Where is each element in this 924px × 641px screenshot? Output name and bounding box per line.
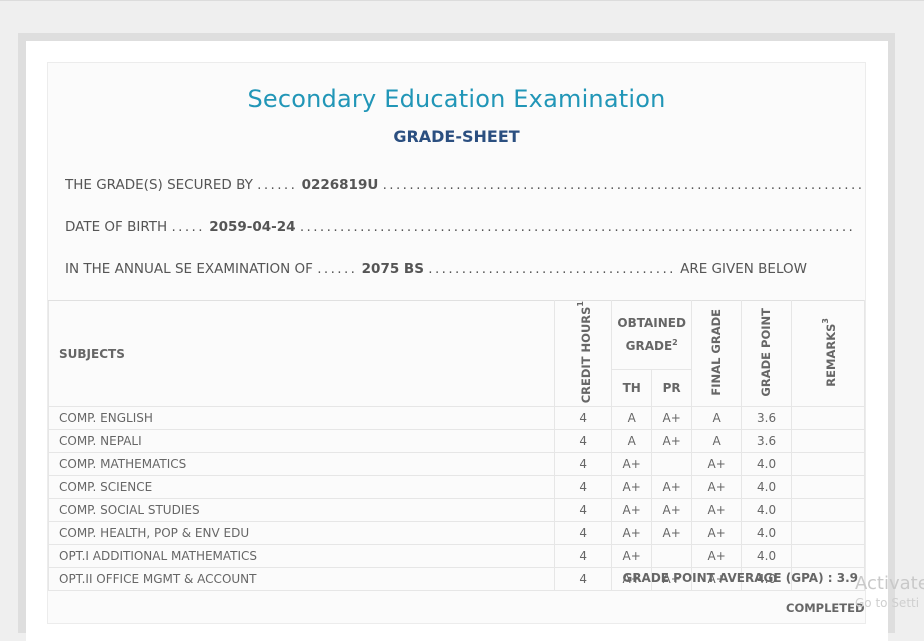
pr-cell: A+ bbox=[651, 429, 693, 454]
completed-label: COMPLETED bbox=[786, 601, 865, 615]
page-subtitle: GRADE-SHEET bbox=[393, 127, 520, 146]
exam-year: 2075 BS bbox=[361, 261, 424, 277]
th-cell: A+ bbox=[611, 498, 653, 523]
th-cell: A bbox=[611, 406, 653, 431]
dob-value: 2059-04-24 bbox=[209, 219, 296, 235]
grade-point-cell: 4.0 bbox=[741, 475, 793, 500]
subject-cell: COMP. MATHEMATICS bbox=[48, 452, 556, 477]
pr-cell bbox=[651, 452, 693, 477]
credit-cell: 4 bbox=[554, 429, 613, 454]
table-row: COMP. NEPALI 4 A A+ A 3.6 bbox=[48, 429, 865, 454]
gpa-label: GRADE POINT AVERAGE (GPA) : bbox=[622, 571, 833, 585]
remarks-cell bbox=[791, 429, 865, 454]
pr-cell: A+ bbox=[651, 475, 693, 500]
grade-point-cell: 4.0 bbox=[741, 498, 793, 523]
dob-label: DATE OF BIRTH bbox=[65, 219, 168, 235]
grade-point-cell: 4.0 bbox=[741, 521, 793, 546]
table-row: COMP. MATHEMATICS 4 A+ A+ 4.0 bbox=[48, 452, 865, 477]
remarks-cell bbox=[791, 406, 865, 431]
credit-cell: 4 bbox=[554, 544, 613, 569]
grades-table: SUBJECTS CREDIT HOURS1 OBTAINED GRADE2 F… bbox=[48, 299, 865, 592]
grade-point-cell: 3.6 bbox=[741, 429, 793, 454]
th-cell: A+ bbox=[611, 544, 653, 569]
credit-cell: 4 bbox=[554, 406, 613, 431]
exam-label: IN THE ANNUAL SE EXAMINATION OF bbox=[65, 261, 313, 277]
grade-point-cell: 4.0 bbox=[741, 544, 793, 569]
final-grade-cell: A+ bbox=[691, 452, 743, 477]
remarks-label: REMARKS bbox=[823, 323, 838, 387]
table-row: COMP. HEALTH, POP & ENV EDU 4 A+ A+ A+ 4… bbox=[48, 521, 865, 546]
final-grade-cell: A+ bbox=[691, 544, 743, 569]
pr-header: PR bbox=[651, 368, 693, 408]
credit-cell: 4 bbox=[554, 452, 613, 477]
obtained-grade-label: OBTAINED GRADE bbox=[617, 316, 686, 354]
remarks-cell bbox=[791, 498, 865, 523]
obtained-footnote: 2 bbox=[672, 338, 678, 348]
remarks-cell bbox=[791, 544, 865, 569]
th-header: TH bbox=[611, 368, 653, 408]
credit-cell: 4 bbox=[554, 498, 613, 523]
settings-watermark-link[interactable]: Go to Setti bbox=[855, 596, 919, 610]
grade-point-cell: 4.0 bbox=[741, 452, 793, 477]
obtained-grade-header: OBTAINED GRADE2 bbox=[611, 300, 693, 370]
pr-cell bbox=[651, 544, 693, 569]
grade-sheet: Secondary Education Examination GRADE-SH… bbox=[47, 62, 866, 624]
final-grade-cell: A+ bbox=[691, 498, 743, 523]
dots: ..... bbox=[171, 219, 205, 235]
table-row: COMP. SCIENCE 4 A+ A+ A+ 4.0 bbox=[48, 475, 865, 500]
exam-line: IN THE ANNUAL SE EXAMINATION OF ...... 2… bbox=[65, 261, 865, 277]
grade-point-label: GRADE POINT bbox=[759, 307, 774, 397]
th-cell: A bbox=[611, 429, 653, 454]
gpa-line: GRADE POINT AVERAGE (GPA) : 3.9 bbox=[48, 571, 858, 585]
pr-cell: A+ bbox=[651, 406, 693, 431]
final-grade-cell: A bbox=[691, 429, 743, 454]
final-grade-cell: A+ bbox=[691, 521, 743, 546]
activate-windows-watermark: Activate bbox=[855, 573, 924, 594]
remarks-cell bbox=[791, 521, 865, 546]
credit-footnote: 1 bbox=[575, 301, 585, 307]
dots: ...... bbox=[317, 261, 358, 277]
th-cell: A+ bbox=[611, 521, 653, 546]
pr-cell: A+ bbox=[651, 498, 693, 523]
final-grade-cell: A bbox=[691, 406, 743, 431]
credit-hours-header: CREDIT HOURS1 bbox=[554, 299, 613, 408]
final-grade-cell: A+ bbox=[691, 475, 743, 500]
grade-point-header: GRADE POINT bbox=[741, 299, 793, 408]
remarks-footnote: 3 bbox=[820, 317, 830, 324]
table-row: COMP. SOCIAL STUDIES 4 A+ A+ A+ 4.0 bbox=[48, 498, 865, 523]
credit-cell: 4 bbox=[554, 475, 613, 500]
grade-point-cell: 3.6 bbox=[741, 406, 793, 431]
remarks-cell bbox=[791, 475, 865, 500]
top-border-line bbox=[0, 0, 924, 1]
credit-cell: 4 bbox=[554, 521, 613, 546]
credit-hours-label: CREDIT HOURS bbox=[578, 306, 593, 404]
subject-cell: OPT.I ADDITIONAL MATHEMATICS bbox=[48, 544, 556, 569]
exam-suffix: ARE GIVEN BELOW bbox=[680, 261, 807, 277]
secured-by-label: THE GRADE(S) SECURED BY bbox=[65, 177, 253, 193]
symbol-number: 0226819U bbox=[301, 177, 379, 193]
pr-cell: A+ bbox=[651, 521, 693, 546]
secured-by-line: THE GRADE(S) SECURED BY ...... 0226819U … bbox=[65, 177, 865, 193]
remarks-header: REMARKS3 bbox=[791, 299, 865, 408]
subject-cell: COMP. NEPALI bbox=[48, 429, 556, 454]
remarks-cell bbox=[791, 452, 865, 477]
page-title: Secondary Education Examination bbox=[247, 85, 666, 113]
dob-line: DATE OF BIRTH ..... 2059-04-24 .........… bbox=[65, 219, 865, 235]
table-row: OPT.I ADDITIONAL MATHEMATICS 4 A+ A+ 4.0 bbox=[48, 544, 865, 569]
subject-cell: COMP. ENGLISH bbox=[48, 406, 556, 431]
subject-cell: COMP. HEALTH, POP & ENV EDU bbox=[48, 521, 556, 546]
final-grade-label: FINAL GRADE bbox=[709, 308, 724, 396]
subject-cell: COMP. SOCIAL STUDIES bbox=[48, 498, 556, 523]
subjects-header: SUBJECTS bbox=[48, 299, 556, 408]
table-row: COMP. ENGLISH 4 A A+ A 3.6 bbox=[48, 406, 865, 431]
dots: ........................................… bbox=[382, 177, 865, 193]
dots: ...... bbox=[257, 177, 298, 193]
th-cell: A+ bbox=[611, 452, 653, 477]
dots: ..................................... bbox=[428, 261, 676, 277]
subject-cell: COMP. SCIENCE bbox=[48, 475, 556, 500]
dots: ........................................… bbox=[299, 219, 856, 235]
th-cell: A+ bbox=[611, 475, 653, 500]
final-grade-header: FINAL GRADE bbox=[691, 299, 743, 408]
